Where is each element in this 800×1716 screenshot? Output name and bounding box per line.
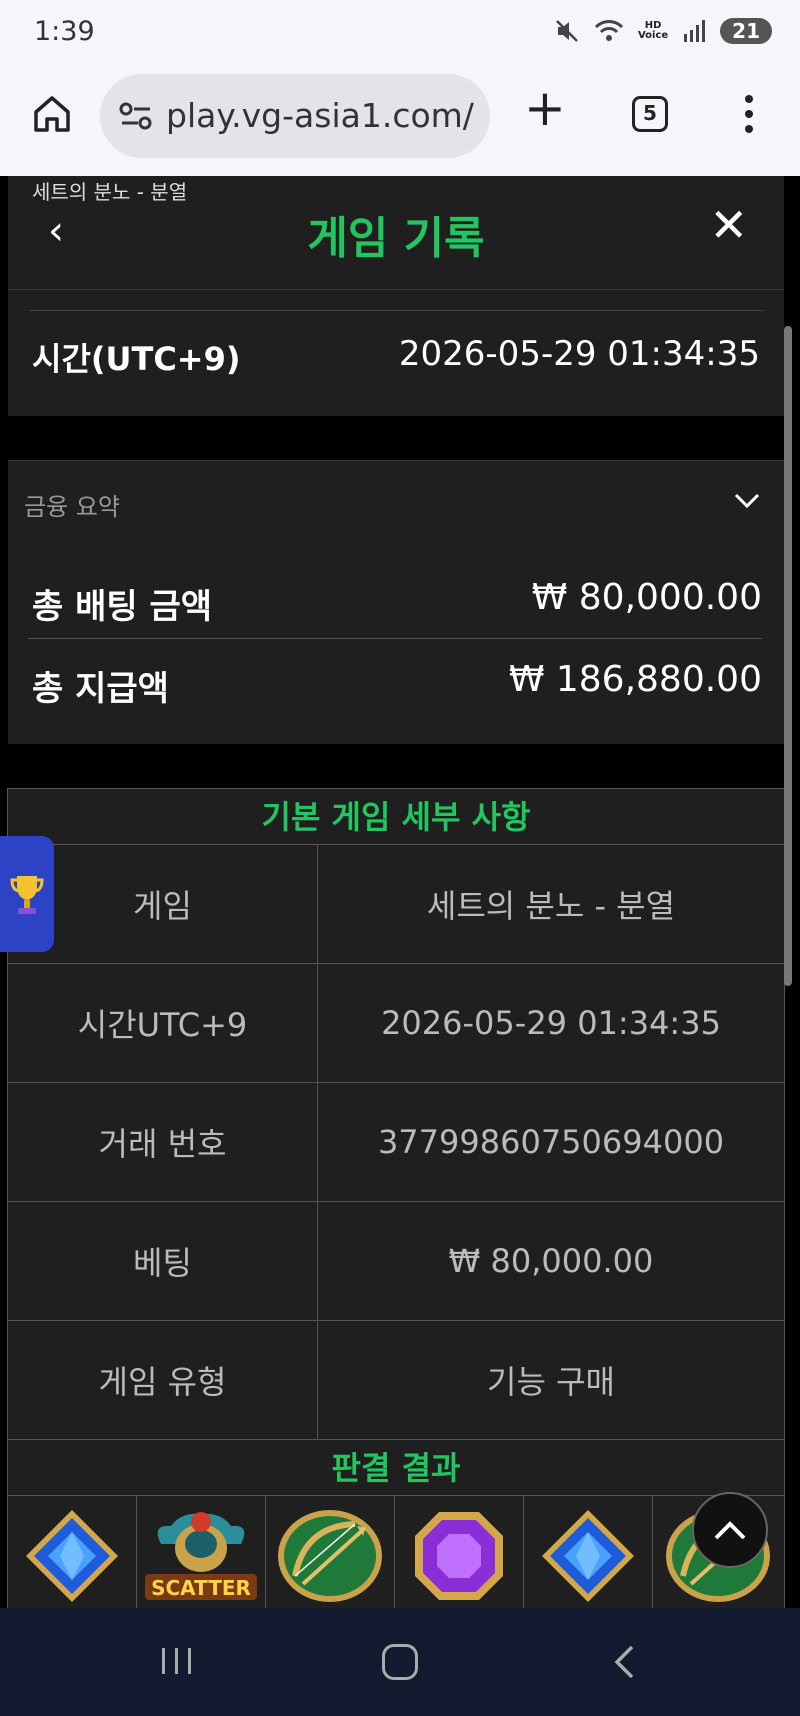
chevron-up-icon — [714, 1521, 746, 1540]
table-row: 게임 세트의 분노 - 분열 — [8, 845, 784, 964]
site-settings-icon[interactable] — [118, 100, 154, 132]
svg-text:SCATTER: SCATTER — [151, 1576, 251, 1600]
total-bet-value: ₩ 80,000.00 — [531, 577, 762, 618]
total-bet-row: 총 배팅 금액 ₩ 80,000.00 — [28, 559, 762, 639]
scatter-icon: SCATTER — [145, 1512, 257, 1600]
bow-icon — [278, 1510, 382, 1602]
financial-summary-title: 금융 요약 — [24, 493, 120, 521]
time-card: 시간(UTC+9) 2026-05-29 01:34:35 — [8, 290, 784, 416]
browser-toolbar: play.vg-asia1.com/7 + 5 — [0, 64, 800, 176]
status-time: 1:39 — [34, 16, 95, 47]
close-button[interactable]: ✕ — [709, 198, 748, 252]
trophy-side-tab[interactable] — [0, 836, 54, 952]
time-value: 2026-05-29 01:34:35 — [398, 334, 760, 374]
trophy-icon — [10, 876, 44, 914]
wifi-icon — [594, 20, 624, 41]
new-tab-button[interactable]: + — [524, 83, 566, 133]
symbol-grid: SCATTER — [8, 1496, 784, 1608]
row-key: 베팅 — [8, 1202, 318, 1320]
total-payout-row: 총 지급액 ₩ 186,880.00 — [28, 641, 762, 721]
symbol-cell: SCATTER — [137, 1496, 266, 1608]
row-key: 거래 번호 — [8, 1083, 318, 1201]
total-payout-label: 총 지급액 — [32, 669, 169, 709]
page-scrollbar[interactable] — [784, 326, 792, 986]
row-value: 기능 구매 — [487, 1363, 615, 1401]
financial-summary: 금융 요약 총 배팅 금액 ₩ 80,000.00 총 지급액 ₩ 186,88… — [8, 460, 784, 744]
symbol-cell — [266, 1496, 395, 1608]
nav-back-icon[interactable] — [612, 1644, 636, 1680]
symbol-cell — [8, 1496, 137, 1608]
mute-icon — [556, 20, 578, 42]
time-label: 시간(UTC+9) — [32, 340, 241, 378]
web-page: 세트의 분노 - 분열 ‹ 게임 기록 ✕ 시간(UTC+9) 2026-05-… — [0, 176, 800, 1608]
more-menu-icon[interactable] — [742, 94, 756, 134]
row-value: 세트의 분노 - 분열 — [426, 887, 676, 925]
total-bet-label: 총 배팅 금액 — [32, 587, 213, 627]
status-icons: HD Voice 21 — [554, 18, 772, 44]
row-key: 시간UTC+9 — [8, 964, 318, 1082]
game-details-table: 기본 게임 세부 사항 게임 세트의 분노 - 분열 시간UTC+9 2026-… — [7, 788, 785, 1608]
hd-voice-icon: HD Voice — [637, 20, 669, 41]
tab-switcher-button[interactable]: 5 — [632, 96, 668, 132]
purple-gem-icon — [415, 1512, 503, 1600]
table-row: 거래 번호 37799860750694000 — [8, 1083, 784, 1202]
page-title: 게임 기록 — [307, 213, 485, 264]
table-row: 시간UTC+9 2026-05-29 01:34:35 — [8, 964, 784, 1083]
symbol-cell — [524, 1496, 653, 1608]
details-title: 기본 게임 세부 사항 — [8, 789, 784, 845]
scroll-to-top-button[interactable] — [692, 1492, 768, 1568]
status-bar: 1:39 HD Voice 21 — [0, 0, 800, 64]
row-value: 37799860750694000 — [377, 1123, 725, 1161]
recent-apps-icon[interactable] — [160, 1646, 194, 1676]
symbol-cell — [395, 1496, 524, 1608]
game-subtitle: 세트의 분노 - 분열 — [32, 180, 188, 204]
blue-gem-icon — [26, 1510, 118, 1602]
row-key: 게임 유형 — [8, 1321, 318, 1439]
blue-gem-icon — [542, 1510, 634, 1602]
divider — [30, 310, 764, 311]
system-nav-bar — [0, 1608, 800, 1716]
url-text: play.vg-asia1.com/7 — [166, 96, 476, 135]
battery-indicator: 21 — [720, 18, 772, 44]
row-value: 2026-05-29 01:34:35 — [381, 1004, 721, 1042]
table-row: 게임 유형 기능 구매 — [8, 1321, 784, 1440]
table-row: 베팅 ₩ 80,000.00 — [8, 1202, 784, 1321]
address-bar[interactable]: play.vg-asia1.com/7 — [100, 74, 490, 158]
home-icon[interactable] — [30, 92, 74, 136]
row-key: 게임 — [8, 845, 318, 963]
modal-header: 세트의 분노 - 분열 ‹ 게임 기록 ✕ — [8, 176, 784, 290]
chevron-down-icon[interactable] — [732, 485, 762, 515]
nav-home-icon[interactable] — [382, 1644, 418, 1680]
total-payout-value: ₩ 186,880.00 — [508, 659, 762, 700]
signal-icon — [684, 20, 706, 42]
row-value: ₩ 80,000.00 — [448, 1242, 654, 1280]
verdict-title: 판결 결과 — [8, 1440, 784, 1496]
